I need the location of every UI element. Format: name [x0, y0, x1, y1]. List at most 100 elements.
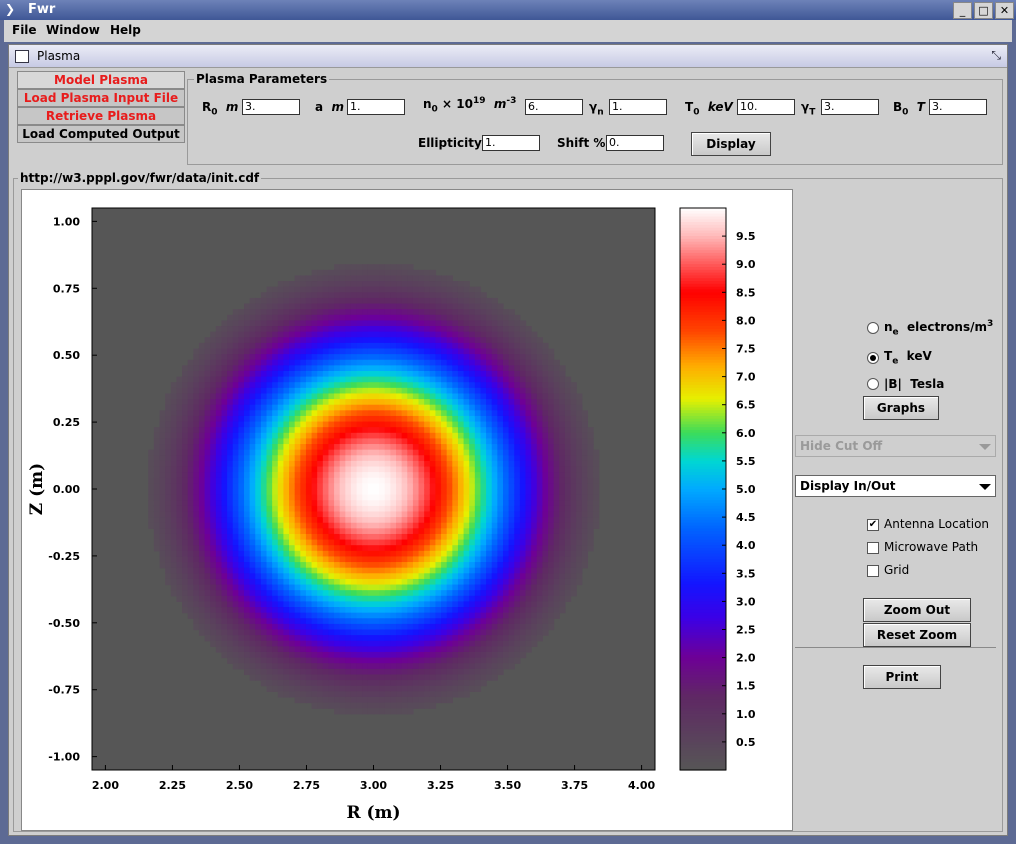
- minimize-button[interactable]: _: [953, 2, 972, 19]
- heatmap-cell: [542, 354, 549, 361]
- heatmap-cell: [300, 657, 307, 664]
- tab-retrieve-plasma[interactable]: Retrieve Plasma: [17, 107, 185, 125]
- heatmap-cell: [508, 500, 515, 507]
- heatmap-cell: [390, 607, 397, 614]
- heatmap-cell: [502, 404, 510, 411]
- maximize-button[interactable]: □: [974, 2, 993, 19]
- heatmap-cell: [294, 556, 301, 563]
- heatmap-cell: [401, 348, 408, 355]
- heatmap-cell: [457, 635, 465, 642]
- heatmap-cell: [474, 635, 482, 642]
- heatmap-cell: [384, 556, 391, 563]
- heatmap-cell: [294, 421, 301, 428]
- heatmap-cell: [463, 680, 470, 687]
- heatmap-cell: [176, 489, 183, 496]
- heatmap-cell: [277, 376, 285, 383]
- heatmap-cell: [187, 573, 194, 580]
- heatmap-cell: [519, 646, 527, 653]
- tab-load-computed-output[interactable]: Load Computed Output: [17, 125, 185, 143]
- heatmap-cell: [502, 314, 510, 321]
- b0-input[interactable]: 3.: [929, 99, 987, 115]
- menu-file[interactable]: File: [12, 23, 37, 37]
- heatmap-cell: [373, 337, 380, 344]
- tab-model-plasma[interactable]: Model Plasma: [17, 71, 185, 89]
- heatmap-cell: [328, 449, 335, 456]
- heatmap-cell: [502, 348, 510, 355]
- ellipticity-input[interactable]: 1.: [482, 135, 540, 151]
- heatmap-cell: [193, 550, 200, 558]
- heatmap-cell: [469, 505, 476, 513]
- gamma-n-input[interactable]: 1.: [609, 99, 667, 115]
- heatmap-cell: [350, 472, 358, 479]
- close-button[interactable]: ✕: [995, 2, 1014, 19]
- heatmap-cell: [424, 528, 431, 535]
- heatmap-cell: [384, 595, 391, 602]
- display-button[interactable]: Display: [691, 132, 771, 156]
- heatmap-cell: [396, 578, 403, 586]
- a-input[interactable]: 1.: [347, 99, 405, 115]
- heatmap-cell: [317, 365, 324, 372]
- heatmap-cell: [221, 629, 228, 636]
- n0-input[interactable]: 6.: [525, 99, 583, 115]
- heatmap-cell: [446, 472, 453, 479]
- heatmap-cell: [508, 618, 515, 625]
- heatmap-cell: [401, 573, 408, 580]
- heatmap-cell: [429, 702, 437, 709]
- heatmap-cell: [311, 573, 318, 580]
- frame-restore-icon[interactable]: ⤡: [991, 48, 1001, 63]
- heatmap-cell: [345, 314, 352, 321]
- heatmap-cell: [328, 590, 335, 597]
- heatmap-cell: [564, 517, 572, 524]
- heatmap-cell: [356, 567, 363, 574]
- heatmap-cell: [429, 505, 437, 513]
- heatmap-cell: [345, 365, 352, 372]
- heatmap-cell: [519, 545, 527, 552]
- heatmap-cell: [379, 427, 386, 434]
- heatmap-cell: [182, 483, 189, 490]
- heatmap-cell: [362, 382, 369, 389]
- heatmap-cell: [497, 505, 504, 513]
- heatmap-cell: [350, 646, 358, 653]
- heatmap-cell: [244, 494, 251, 501]
- heatmap-cell: [559, 517, 566, 524]
- heatmap-cell: [446, 517, 453, 524]
- shift-input[interactable]: 0.: [606, 135, 664, 151]
- heatmap-cell: [396, 584, 403, 591]
- heatmap-cell: [463, 522, 470, 529]
- menu-help[interactable]: Help: [110, 23, 141, 37]
- heatmap-cell: [215, 567, 223, 574]
- heatmap-cell: [446, 309, 453, 316]
- heatmap-chart[interactable]: 9.59.08.58.07.57.06.56.05.55.04.54.03.53…: [22, 190, 792, 830]
- heatmap-cell: [249, 337, 256, 344]
- heatmap-cell: [170, 477, 178, 484]
- heatmap-cell: [570, 590, 577, 597]
- heatmap-cell: [244, 578, 251, 586]
- gamma-t-input[interactable]: 3.: [821, 99, 879, 115]
- heatmap-cell: [227, 326, 234, 333]
- heatmap-cell: [176, 410, 183, 417]
- heatmap-cell: [260, 517, 268, 524]
- r0-input[interactable]: 3.: [242, 99, 300, 115]
- heatmap-cell: [412, 696, 420, 704]
- heatmap-cell: [362, 668, 369, 676]
- heatmap-cell: [435, 314, 442, 321]
- heatmap-cell: [289, 578, 296, 586]
- heatmap-cell: [384, 269, 391, 277]
- heatmap-cell: [497, 612, 504, 619]
- heatmap-cell: [367, 387, 375, 395]
- heatmap-cell: [429, 511, 437, 518]
- heatmap-cell: [435, 663, 442, 670]
- t0-input[interactable]: 10.: [737, 99, 795, 115]
- heatmap-cell: [311, 601, 318, 608]
- heatmap-cell: [176, 387, 183, 395]
- heatmap-cell: [339, 415, 346, 423]
- tab-load-plasma-input-file[interactable]: Load Plasma Input File: [17, 89, 185, 107]
- heatmap-cell: [187, 494, 194, 501]
- plot-panel[interactable]: 9.5 9.0 8.5 8.0 7.5 7.0 6.5 6.0 5.5 5.0 4.5 4.0 3.5 3…: [21, 189, 793, 831]
- heatmap-cell: [446, 370, 453, 378]
- heatmap-cell: [328, 421, 335, 428]
- heatmap-cell: [497, 511, 504, 518]
- window-menu-icon[interactable]: ❯: [3, 2, 17, 16]
- menu-window[interactable]: Window: [46, 23, 100, 37]
- heatmap-cell: [531, 342, 538, 350]
